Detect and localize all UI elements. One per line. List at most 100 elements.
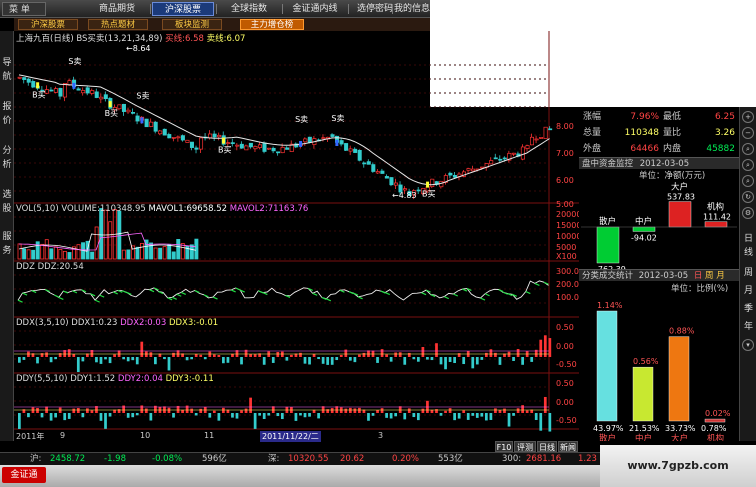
settings-icon[interactable]: ⚙: [742, 207, 754, 219]
vol-mavol2: MAVOL2:71163.76: [229, 204, 309, 214]
indicator-bar: [421, 346, 425, 357]
tab-evaluate[interactable]: 评测: [514, 441, 536, 452]
indicator-bar: [95, 357, 98, 363]
stock-chart[interactable]: B买 S卖 B买 S卖 B买 S卖 S卖 B买 ←8.64 ←4.83 8.00 7.00 6.00 5…: [14, 31, 579, 451]
candle-body: [58, 87, 63, 97]
left-nav-label[interactable]: 务: [1, 245, 13, 257]
candle-body: [257, 144, 262, 148]
indicator-bar: [194, 353, 198, 357]
indicator-bar: [203, 357, 207, 360]
candle-body: [194, 147, 199, 150]
sub-tab-bar: 沪深股票 热点题材 板块监测 主力增仓榜: [14, 18, 430, 31]
axis-tick-label: 300.00: [556, 267, 579, 276]
bs-ma-line: [18, 74, 550, 186]
indicator-bar: [421, 408, 425, 413]
indicator-bar: [135, 357, 139, 365]
top-menu-bar: 菜 单 商品期货 沪深股票 全球指数 金证通内线 选停密码 我的信息: [0, 0, 430, 18]
refresh-icon[interactable]: ↻: [742, 191, 754, 203]
candle-body: [90, 90, 95, 94]
fund-bar-name: 大户: [671, 182, 688, 193]
zoom-out-icon[interactable]: −: [742, 127, 754, 139]
indicator-bar: [45, 352, 48, 357]
right-toolbar: + − ⌕ ⌕ ⌕ ↻ ⚙ 日 线 周 月 季 年 ▾: [739, 107, 756, 441]
indicator-bar: [299, 352, 302, 357]
candle-body: [280, 146, 285, 154]
left-nav-label[interactable]: 分: [1, 145, 13, 157]
fund-bar: [668, 201, 692, 228]
candle-body: [502, 157, 507, 160]
buy-sell-mark: S卖: [331, 114, 344, 123]
indicator-bar: [335, 357, 339, 361]
subtab-stocks[interactable]: 沪深股票: [18, 19, 78, 30]
left-nav-label[interactable]: 导: [1, 57, 13, 69]
subtab-hot-topics[interactable]: 热点题材: [88, 19, 148, 30]
candle-body: [339, 140, 344, 145]
indicator-bar: [18, 357, 21, 363]
candle-body: [94, 91, 99, 98]
deal-bar-pct: 43.97%: [593, 424, 624, 433]
period-line-label[interactable]: 线: [742, 245, 755, 258]
menu-item-global-index[interactable]: 全球指数: [218, 2, 280, 16]
candle-body: [271, 147, 276, 152]
subtab-main-increase[interactable]: 主力增仓榜: [240, 19, 304, 30]
indicator-bar: [317, 357, 320, 360]
subtab-sector-monitor[interactable]: 板块监测: [162, 19, 222, 30]
indicator-bar: [190, 408, 194, 413]
indicator-bar: [344, 408, 348, 413]
fund-bar-name: 中户: [635, 216, 652, 227]
deal-stats-header: 分类成交统计 2012-03-05 日 周 月: [579, 269, 739, 281]
search-icon[interactable]: ⌕: [742, 143, 754, 155]
indicator-bar: [358, 354, 361, 357]
period-week-label[interactable]: 周: [742, 265, 755, 278]
period-month-label[interactable]: 月: [742, 283, 755, 296]
menu-item-inner-line[interactable]: 金证通内线: [284, 2, 346, 16]
period-year-label[interactable]: 年: [742, 319, 755, 332]
tab-daily[interactable]: 日线: [537, 441, 557, 452]
zoom-in-icon[interactable]: +: [742, 111, 754, 123]
deal-bar: [596, 310, 618, 422]
main-menu-button[interactable]: 菜 单: [2, 2, 46, 16]
axis-tick-label: -0.50: [556, 360, 577, 369]
indicator-bar: [548, 413, 552, 432]
bs-signal-dot: [222, 137, 226, 144]
indicator-bar: [140, 405, 144, 413]
tab-f10[interactable]: F10: [495, 441, 513, 452]
menu-item-stocks[interactable]: 沪深股票: [152, 2, 214, 16]
indicator-bar: [90, 410, 94, 413]
left-nav-label[interactable]: 选: [1, 189, 13, 201]
search-icon[interactable]: ⌕: [742, 159, 754, 171]
candle-body: [466, 168, 471, 171]
left-nav-label[interactable]: 服: [1, 231, 13, 243]
search-icon[interactable]: ⌕: [742, 175, 754, 187]
deal-tab-day[interactable]: 日: [694, 271, 703, 281]
menu-item-futures[interactable]: 商品期货: [86, 2, 148, 16]
buy-sell-mark: B买: [105, 109, 119, 118]
axis-tick-label: 0.50: [556, 379, 574, 388]
vol-panel-title: VOL(5,10) VOLUME:110348.95 MAVOL1:69658.…: [16, 204, 308, 214]
candle-body: [235, 144, 240, 147]
left-nav-label[interactable]: 航: [1, 71, 13, 83]
period-season-label[interactable]: 季: [742, 301, 755, 314]
left-nav-label[interactable]: 报: [1, 101, 13, 113]
menu-item-my-info[interactable]: 我的信息: [394, 2, 430, 16]
volume-bar: [53, 246, 58, 260]
indicator-bar: [462, 357, 466, 365]
indicator-bar: [99, 413, 103, 421]
indicator-bar: [471, 357, 475, 369]
indicator-bar: [303, 413, 307, 418]
chevron-down-icon[interactable]: ▾: [742, 339, 754, 351]
left-nav-label[interactable]: 价: [1, 115, 13, 127]
volume-bar: [49, 248, 54, 260]
left-nav-label[interactable]: 析: [1, 159, 13, 171]
period-day-label[interactable]: 日: [742, 231, 755, 244]
left-nav-label[interactable]: 股: [1, 203, 13, 215]
deal-tab-month[interactable]: 月: [716, 271, 725, 281]
tab-news[interactable]: 新闻: [558, 441, 578, 452]
candle-body: [511, 152, 516, 155]
candle-body: [153, 121, 158, 132]
deal-tab-week[interactable]: 周: [705, 271, 714, 281]
bs-label: BS买卖(13,21,34,89): [76, 34, 163, 44]
deal-bar-name: 大户: [671, 433, 688, 441]
volume-bar: [135, 246, 140, 260]
volume-bar: [194, 238, 199, 260]
